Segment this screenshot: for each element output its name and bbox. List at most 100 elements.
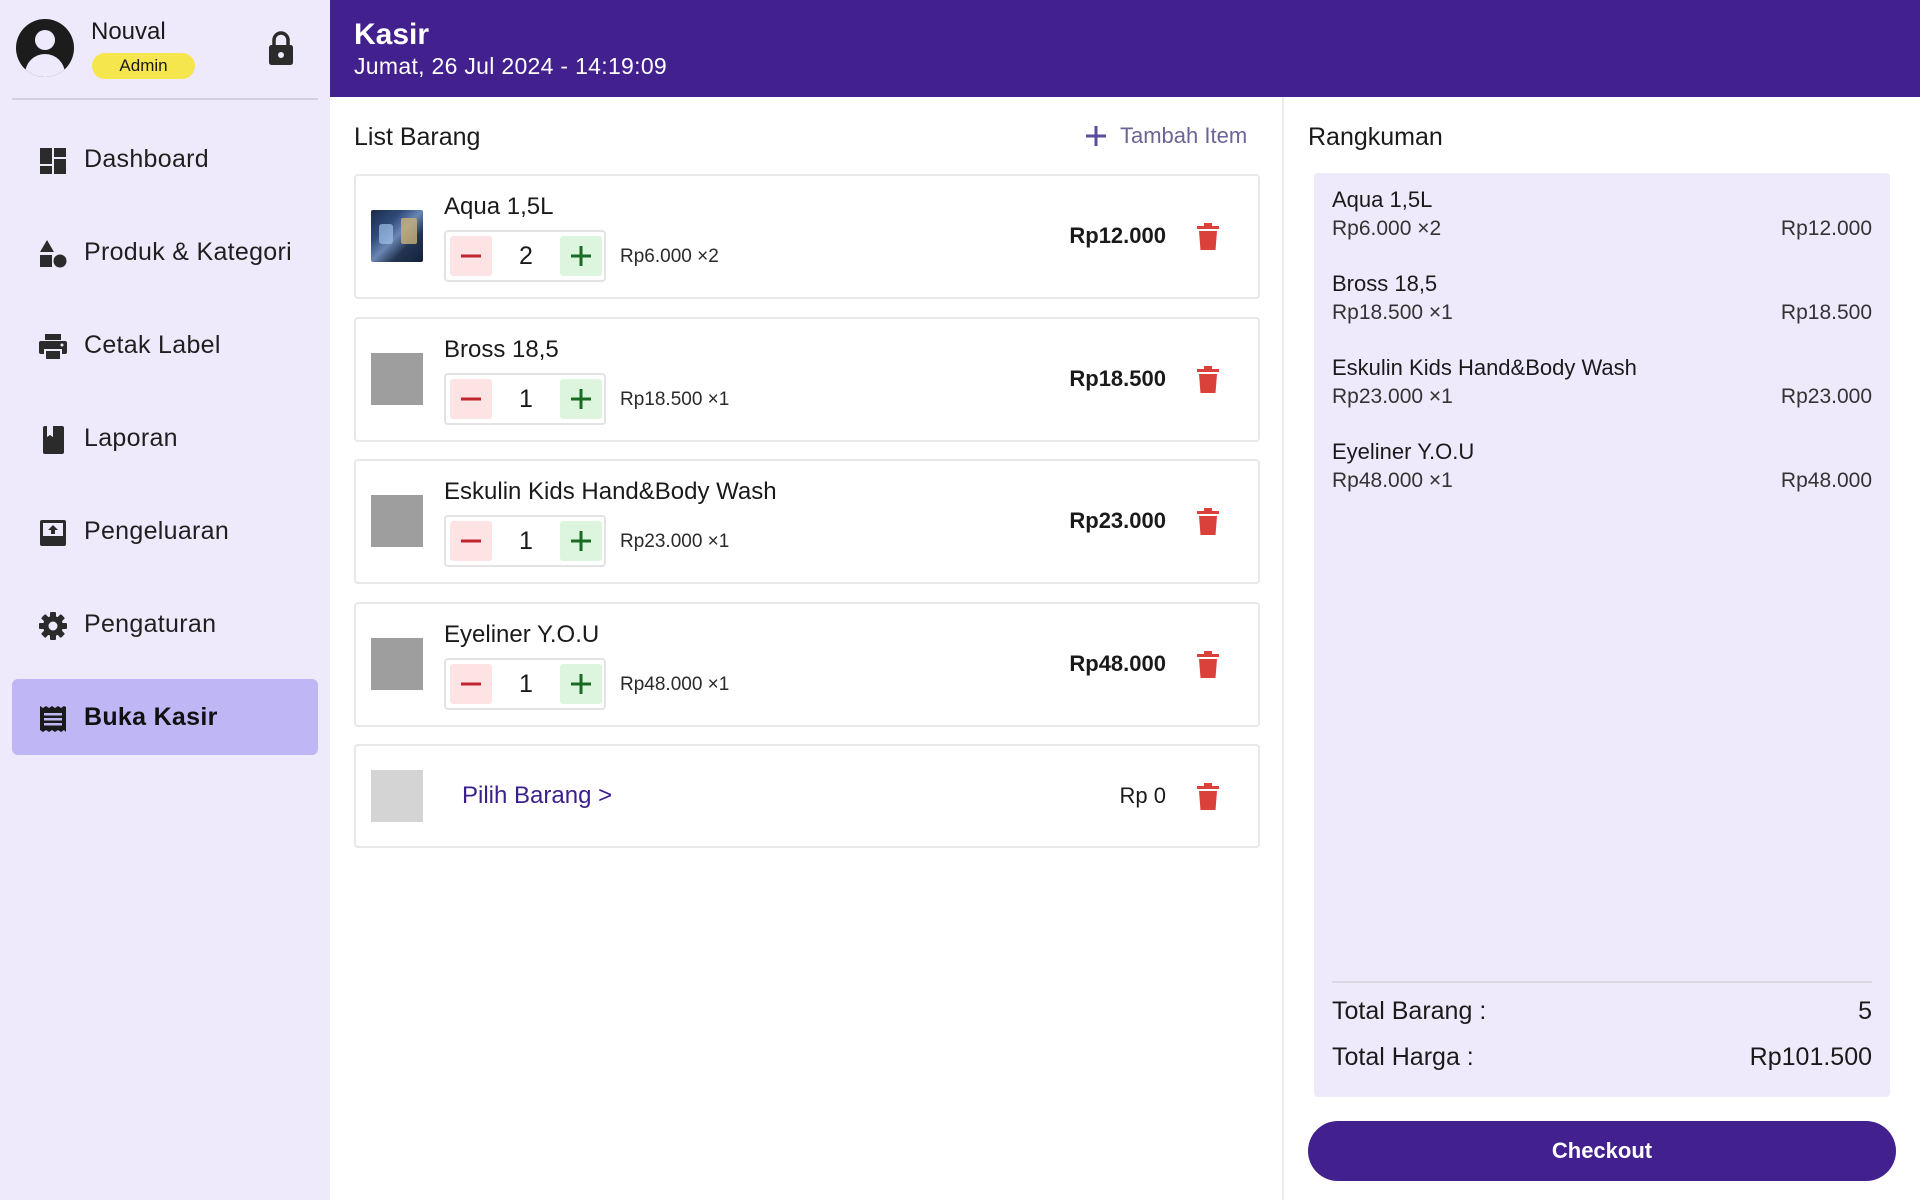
quantity-value[interactable]: 1 <box>496 527 556 556</box>
summary-item-total: Rp48.000 <box>1780 469 1872 492</box>
app-header: Kasir Jumat, 26 Jul 2024 - 14:19:09 <box>330 0 1920 97</box>
trash-icon <box>1197 508 1219 535</box>
minus-icon <box>461 397 481 401</box>
cart-item-card: Eskulin Kids Hand&Body Wash 1 Rp23.000 ×… <box>354 459 1260 584</box>
minus-icon <box>461 682 481 686</box>
product-image-placeholder <box>371 638 423 690</box>
summary-item: Eskulin Kids Hand&Body Wash Rp23.000 ×1 … <box>1332 355 1872 425</box>
total-price-label: Total Harga : <box>1332 1043 1474 1071</box>
cart-item-card: Aqua 1,5L 2 Rp6.000 ×2 Rp12.000 <box>354 174 1260 299</box>
product-image-placeholder <box>371 495 423 547</box>
increase-button[interactable] <box>560 379 602 419</box>
minus-icon <box>461 539 481 543</box>
delete-button[interactable] <box>1196 783 1220 811</box>
summary-panel: Rangkuman Aqua 1,5L Rp6.000 ×2 Rp12.000 … <box>1284 97 1920 1200</box>
sidebar-item-pengaturan[interactable]: Pengaturan <box>12 586 318 662</box>
summary-item-detail: Rp18.500 ×1 <box>1332 301 1453 324</box>
product-image <box>371 210 423 262</box>
summary-item-name: Aqua 1,5L <box>1332 187 1433 212</box>
item-list-panel: List Barang Tambah Item Aqua 1,5L 2 Rp6.… <box>330 97 1284 1200</box>
quantity-stepper: 2 <box>444 230 606 282</box>
sidebar-item-label: Laporan <box>84 424 178 452</box>
book-icon <box>43 426 64 454</box>
checkout-button[interactable]: Checkout <box>1308 1121 1896 1181</box>
sidebar-item-label: Dashboard <box>84 145 210 173</box>
plus-icon <box>1086 126 1106 146</box>
total-items-value: 5 <box>1858 997 1872 1025</box>
summary-item-total: Rp18.500 <box>1780 301 1872 324</box>
increase-button[interactable] <box>560 236 602 276</box>
increase-button[interactable] <box>560 664 602 704</box>
summary-item-total: Rp12.000 <box>1780 217 1872 240</box>
summary-item-name: Eskulin Kids Hand&Body Wash <box>1332 355 1637 380</box>
summary-title: Rangkuman <box>1308 123 1443 151</box>
line-total: Rp12.000 <box>1069 223 1166 248</box>
trash-icon <box>1197 223 1219 250</box>
quantity-value[interactable]: 1 <box>496 385 556 414</box>
unit-price: Rp18.500 ×1 <box>620 389 730 410</box>
item-name: Eyeliner Y.O.U <box>444 621 600 648</box>
sidebar-item-label: Buka Kasir <box>84 703 218 731</box>
product-image-placeholder <box>371 353 423 405</box>
sidebar-item-laporan[interactable]: Laporan <box>12 400 318 476</box>
lock-icon <box>269 31 293 65</box>
summary-item-total: Rp23.000 <box>1780 385 1872 408</box>
dashboard-icon <box>40 148 66 174</box>
sidebar-item-cetak-label[interactable]: Cetak Label <box>12 307 318 383</box>
delete-button[interactable] <box>1196 366 1220 394</box>
cart-item-card: Eyeliner Y.O.U 1 Rp48.000 ×1 Rp48.000 <box>354 602 1260 727</box>
quantity-stepper: 1 <box>444 373 606 425</box>
category-icon <box>40 240 67 268</box>
decrease-button[interactable] <box>450 521 492 561</box>
summary-item: Bross 18,5 Rp18.500 ×1 Rp18.500 <box>1332 271 1872 341</box>
quantity-stepper: 1 <box>444 658 606 710</box>
lock-button[interactable] <box>265 28 297 68</box>
item-name: Aqua 1,5L <box>444 193 554 220</box>
delete-button[interactable] <box>1196 651 1220 679</box>
item-name: Bross 18,5 <box>444 336 559 363</box>
summary-item: Aqua 1,5L Rp6.000 ×2 Rp12.000 <box>1332 187 1872 257</box>
unit-price: Rp23.000 ×1 <box>620 531 730 552</box>
sidebar-item-produk-kategori[interactable]: Produk & Kategori <box>12 214 318 290</box>
sidebar-item-dashboard[interactable]: Dashboard <box>12 121 318 197</box>
unit-price: Rp6.000 ×2 <box>620 246 719 267</box>
total-items-row: Total Barang : 5 <box>1332 997 1872 1033</box>
decrease-button[interactable] <box>450 664 492 704</box>
plus-icon <box>571 674 591 694</box>
quantity-stepper: 1 <box>444 515 606 567</box>
line-total: Rp 0 <box>1119 783 1166 808</box>
add-item-label: Tambah Item <box>1120 123 1248 148</box>
role-badge: Admin <box>92 53 195 79</box>
sidebar-item-buka-kasir[interactable]: Buka Kasir <box>12 679 318 755</box>
product-image-placeholder <box>371 770 423 822</box>
sidebar-item-label: Produk & Kategori <box>84 238 292 266</box>
gear-icon <box>39 612 67 640</box>
empty-item-card: Pilih Barang > Rp 0 <box>354 744 1260 848</box>
delete-button[interactable] <box>1196 223 1220 251</box>
summary-item-name: Bross 18,5 <box>1332 271 1438 296</box>
summary-item-name: Eyeliner Y.O.U <box>1332 439 1475 464</box>
decrease-button[interactable] <box>450 379 492 419</box>
increase-button[interactable] <box>560 521 602 561</box>
sidebar-item-label: Pengaturan <box>84 610 217 638</box>
sidebar: Nouval Admin Dashboard Produk & Kategori <box>0 0 330 1200</box>
receipt-icon <box>40 706 66 732</box>
summary-item-detail: Rp6.000 ×2 <box>1332 217 1442 240</box>
quantity-value[interactable]: 1 <box>496 670 556 699</box>
total-price-row: Total Harga : Rp101.500 <box>1332 1043 1872 1079</box>
quantity-value[interactable]: 2 <box>496 242 556 271</box>
item-name: Eskulin Kids Hand&Body Wash <box>444 478 777 505</box>
delete-button[interactable] <box>1196 508 1220 536</box>
trash-icon <box>1197 366 1219 393</box>
sidebar-item-pengeluaran[interactable]: Pengeluaran <box>12 493 318 569</box>
trash-icon <box>1197 783 1219 810</box>
unit-price: Rp48.000 ×1 <box>620 674 730 695</box>
summary-item-detail: Rp23.000 ×1 <box>1332 385 1453 408</box>
outbox-icon <box>40 520 66 546</box>
pick-item-link[interactable]: Pilih Barang > <box>462 782 612 810</box>
sidebar-item-label: Cetak Label <box>84 331 221 359</box>
list-title: List Barang <box>354 123 481 151</box>
total-price-value: Rp101.500 <box>1749 1043 1872 1071</box>
printer-icon <box>39 334 67 361</box>
decrease-button[interactable] <box>450 236 492 276</box>
